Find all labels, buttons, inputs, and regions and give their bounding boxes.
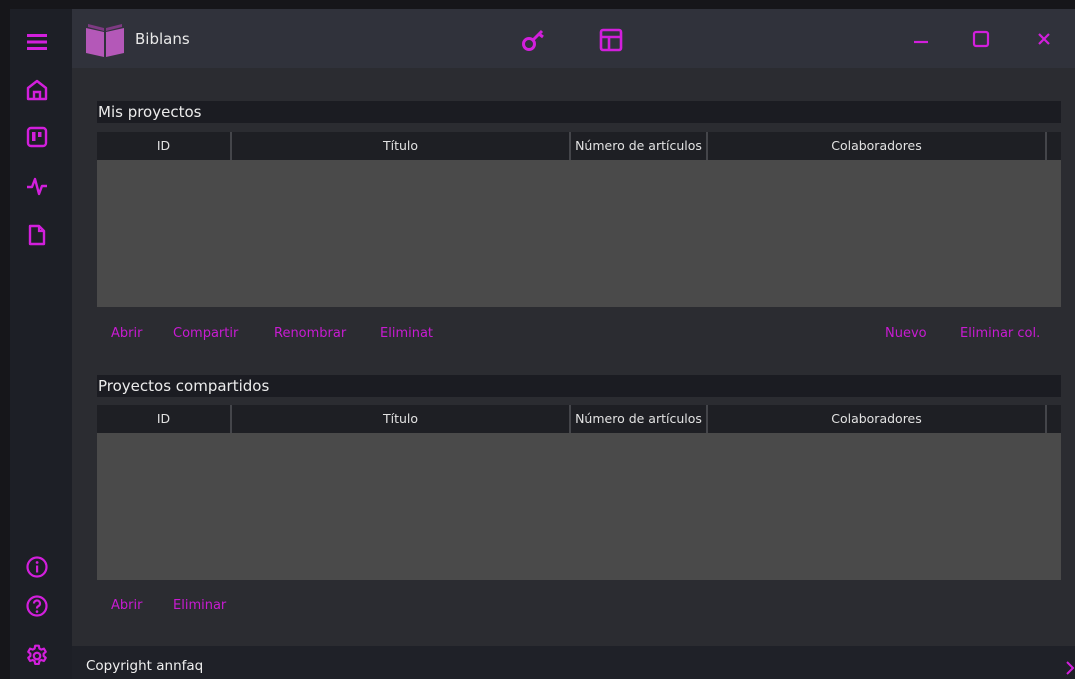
my-projects-table-header: ID Título Número de artículos Colaborado…: [97, 132, 1061, 160]
new-project-button[interactable]: Nuevo: [885, 326, 927, 341]
main-window: Biblans Mis proyectos ID Título Número d…: [72, 9, 1075, 679]
file-icon[interactable]: [22, 220, 52, 250]
column-header-id[interactable]: ID: [97, 405, 232, 433]
title-bar[interactable]: Biblans: [72, 9, 1075, 68]
book-logo-icon: [84, 20, 126, 58]
key-icon[interactable]: [519, 25, 549, 55]
board-icon[interactable]: [22, 122, 52, 152]
delete-collaborator-button[interactable]: Eliminar col.: [960, 326, 1040, 341]
share-project-button[interactable]: Compartir: [173, 326, 238, 341]
column-header-title[interactable]: Título: [232, 132, 571, 160]
info-icon[interactable]: [22, 552, 52, 582]
delete-project-button[interactable]: Eliminat: [380, 326, 433, 341]
minimize-icon[interactable]: [909, 27, 933, 51]
column-header-article-count[interactable]: Número de artículos: [571, 132, 708, 160]
layout-icon[interactable]: [596, 25, 626, 55]
my-projects-table[interactable]: ID Título Número de artículos Colaborado…: [97, 132, 1061, 307]
shared-projects-actions: Abrir Eliminar: [97, 598, 1061, 618]
sidebar: [10, 9, 72, 679]
open-shared-project-button[interactable]: Abrir: [111, 598, 142, 613]
settings-gear-icon[interactable]: [22, 641, 52, 671]
shared-projects-table-header: ID Título Número de artículos Colaborado…: [97, 405, 1061, 433]
shared-projects-table-body[interactable]: [97, 433, 1061, 580]
home-icon[interactable]: [22, 75, 52, 105]
close-icon[interactable]: [1032, 27, 1056, 51]
shared-projects-table[interactable]: ID Título Número de artículos Colaborado…: [97, 405, 1061, 580]
shared-projects-header: Proyectos compartidos: [97, 375, 1061, 397]
my-projects-table-body[interactable]: [97, 160, 1061, 307]
open-project-button[interactable]: Abrir: [111, 326, 142, 341]
column-header-collaborators[interactable]: Colaboradores: [708, 132, 1047, 160]
my-projects-header: Mis proyectos: [97, 101, 1061, 123]
resize-grip-icon[interactable]: [1065, 656, 1075, 676]
app-title: Biblans: [135, 30, 190, 48]
copyright-text: Copyright annfaq: [86, 658, 204, 674]
maximize-icon[interactable]: [969, 27, 993, 51]
column-header-id[interactable]: ID: [97, 132, 232, 160]
delete-shared-project-button[interactable]: Eliminar: [173, 598, 226, 613]
column-header-collaborators[interactable]: Colaboradores: [708, 405, 1047, 433]
column-header-article-count[interactable]: Número de artículos: [571, 405, 708, 433]
rename-project-button[interactable]: Renombrar: [274, 326, 346, 341]
footer-bar: Copyright annfaq: [72, 646, 1075, 679]
help-icon[interactable]: [22, 591, 52, 621]
my-projects-actions: Abrir Compartir Renombrar Eliminat Nuevo…: [97, 326, 1061, 346]
hamburger-menu-icon[interactable]: [22, 27, 52, 57]
column-header-title[interactable]: Título: [232, 405, 571, 433]
activity-icon[interactable]: [22, 171, 52, 201]
